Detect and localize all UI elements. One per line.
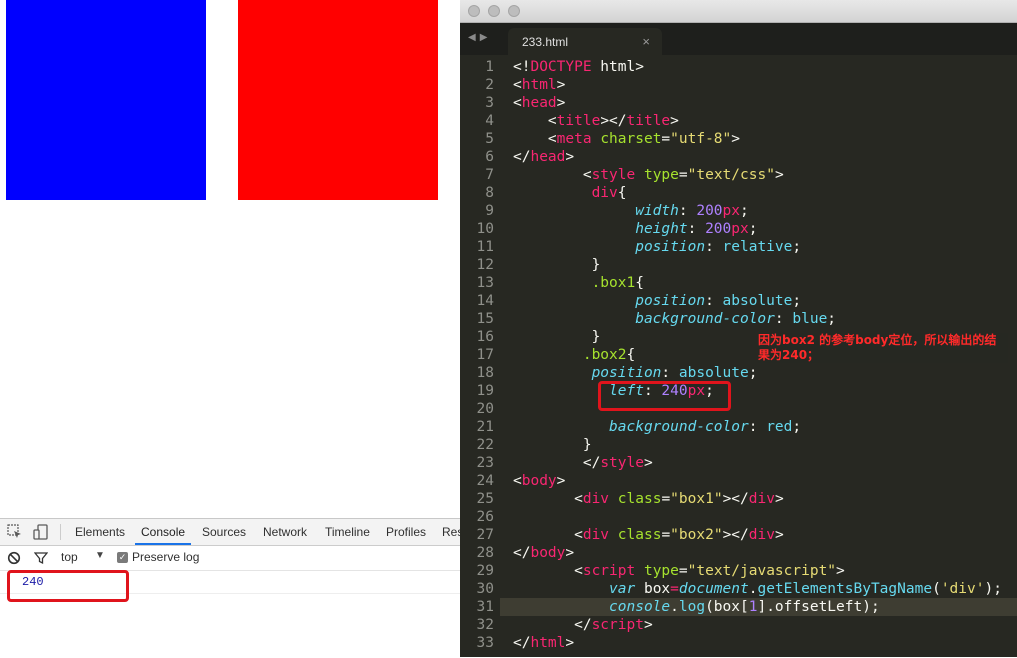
code-line-2: <html> <box>513 77 566 93</box>
code-line-30: var box=document.getElementsByTagName('d… <box>609 581 1002 597</box>
code-line-18: position: absolute; <box>591 365 758 381</box>
output-highlight-box <box>7 570 129 602</box>
tab-network[interactable]: Network <box>263 519 307 545</box>
line-number: 13 <box>476 275 494 291</box>
tab-console[interactable]: Console <box>135 519 192 545</box>
box1-blue-div <box>6 0 206 200</box>
code-line-28: </body> <box>513 545 575 561</box>
console-toolbar: top ▼ ✓ Preserve log <box>0 546 460 571</box>
tab-profiles[interactable]: Profiles <box>386 519 426 545</box>
line-number: 30 <box>476 581 494 597</box>
line-number: 22 <box>476 437 494 453</box>
code-line-31: console.log(box[1].offsetLeft); <box>609 599 880 615</box>
line-number: 26 <box>476 509 494 525</box>
line-number: 25 <box>476 491 494 507</box>
code-line-13: .box1{ <box>591 275 644 291</box>
code-line-15: background-color: blue; <box>635 311 837 327</box>
toolbar-divider <box>60 524 61 540</box>
line-number: 2 <box>485 77 494 93</box>
code-line-22: } <box>513 437 592 453</box>
preserve-log-label: Preserve log <box>132 550 200 564</box>
code-line-25: <div class="box1"></div> <box>513 491 784 507</box>
code-line-32: </script> <box>513 617 653 633</box>
code-line-6: </head> <box>513 149 575 165</box>
line-number: 15 <box>476 311 494 327</box>
code-line-23: </style> <box>513 455 653 471</box>
devtools-tabbar: Elements Console Sources Network Timelin… <box>0 519 460 546</box>
minimize-window-button[interactable] <box>488 5 500 17</box>
code-line-4: <title></title> <box>513 113 679 129</box>
code-line-1: <!DOCTYPE html> <box>513 59 644 75</box>
tab-nav-arrows-icon[interactable]: ◀▶ <box>468 32 491 43</box>
code-line-10: height: 200px; <box>635 221 758 237</box>
zoom-window-button[interactable] <box>508 5 520 17</box>
code-line-21: background-color: red; <box>609 419 802 435</box>
tab-sources[interactable]: Sources <box>202 519 246 545</box>
code-line-16: } <box>513 329 601 345</box>
line-number: 9 <box>485 203 494 219</box>
code-line-33: </html> <box>513 635 575 651</box>
line-number: 29 <box>476 563 494 579</box>
code-line-24: <body> <box>513 473 566 489</box>
code-highlight-box <box>598 381 731 411</box>
line-number: 20 <box>476 401 494 417</box>
preserve-log-checkbox[interactable]: ✓ <box>117 552 128 563</box>
code-line-8: div{ <box>591 185 627 201</box>
line-number: 8 <box>485 185 494 201</box>
file-tab-label: 233.html <box>522 35 569 49</box>
close-window-button[interactable] <box>468 5 480 17</box>
code-line-3: <head> <box>513 95 566 111</box>
line-number: 6 <box>485 149 494 165</box>
code-line-29: <script type="text/javascript"> <box>513 563 845 579</box>
line-number: 3 <box>485 95 494 111</box>
editor-titlebar <box>460 0 1017 23</box>
line-number: 28 <box>476 545 494 561</box>
line-number: 7 <box>485 167 494 183</box>
tab-resources[interactable]: Res <box>442 519 460 545</box>
line-number: 10 <box>476 221 494 237</box>
code-area[interactable]: 1 2 3 4 5 6 7 8 9 10 11 12 13 14 15 16 17 18 19 20 21 22 23 24 2… <box>460 55 1017 657</box>
line-number: 5 <box>485 131 494 147</box>
line-number: 23 <box>476 455 494 471</box>
line-number: 27 <box>476 527 494 543</box>
code-line-5: <meta charset="utf-8"> <box>513 131 740 147</box>
tab-timeline[interactable]: Timeline <box>325 519 370 545</box>
device-mode-icon[interactable] <box>32 523 50 541</box>
file-tab[interactable]: 233.html × <box>508 28 662 55</box>
box2-red-div <box>238 0 438 200</box>
code-line-14: position: absolute; <box>635 293 802 309</box>
context-selector[interactable]: top <box>61 550 78 564</box>
close-tab-icon[interactable]: × <box>642 34 650 49</box>
clear-console-icon[interactable] <box>7 551 21 565</box>
devtools-panel: Elements Console Sources Network Timelin… <box>0 518 460 658</box>
code-line-7: <style type="text/css"> <box>513 167 784 183</box>
line-number: 19 <box>476 383 494 399</box>
line-number: 21 <box>476 419 494 435</box>
inspect-element-icon[interactable] <box>6 523 24 541</box>
tab-elements[interactable]: Elements <box>75 519 125 545</box>
line-number: 32 <box>476 617 494 633</box>
line-number-gutter: 1 2 3 4 5 6 7 8 9 10 11 12 13 14 15 16 17 18 19 20 21 22 23 24 2… <box>460 55 500 657</box>
line-number: 16 <box>476 329 494 345</box>
code-editor-window: ◀▶ 233.html × 1 2 3 4 5 6 7 8 9 10 11 12 13 14 15 16 17 1… <box>460 0 1017 657</box>
line-number: 14 <box>476 293 494 309</box>
code-line-9: width: 200px; <box>635 203 749 219</box>
editor-tabbar: ◀▶ 233.html × <box>460 23 1017 55</box>
annotation-note: 因为box2 的参考body定位，所以输出的结果为240； <box>758 333 1008 363</box>
line-number: 24 <box>476 473 494 489</box>
line-number: 17 <box>476 347 494 363</box>
code-line-11: position: relative; <box>635 239 802 255</box>
line-number: 1 <box>485 59 494 75</box>
line-number: 11 <box>476 239 494 255</box>
line-number: 4 <box>485 113 494 129</box>
chevron-down-icon[interactable]: ▼ <box>95 550 105 561</box>
code-line-17: .box2{ <box>582 347 636 363</box>
filter-icon[interactable] <box>34 551 48 565</box>
line-number: 12 <box>476 257 494 273</box>
line-number: 18 <box>476 365 494 381</box>
code-line-27: <div class="box2"></div> <box>513 527 784 543</box>
line-number: 31 <box>476 599 494 615</box>
line-number: 33 <box>476 635 494 651</box>
code-line-12: } <box>513 257 601 273</box>
